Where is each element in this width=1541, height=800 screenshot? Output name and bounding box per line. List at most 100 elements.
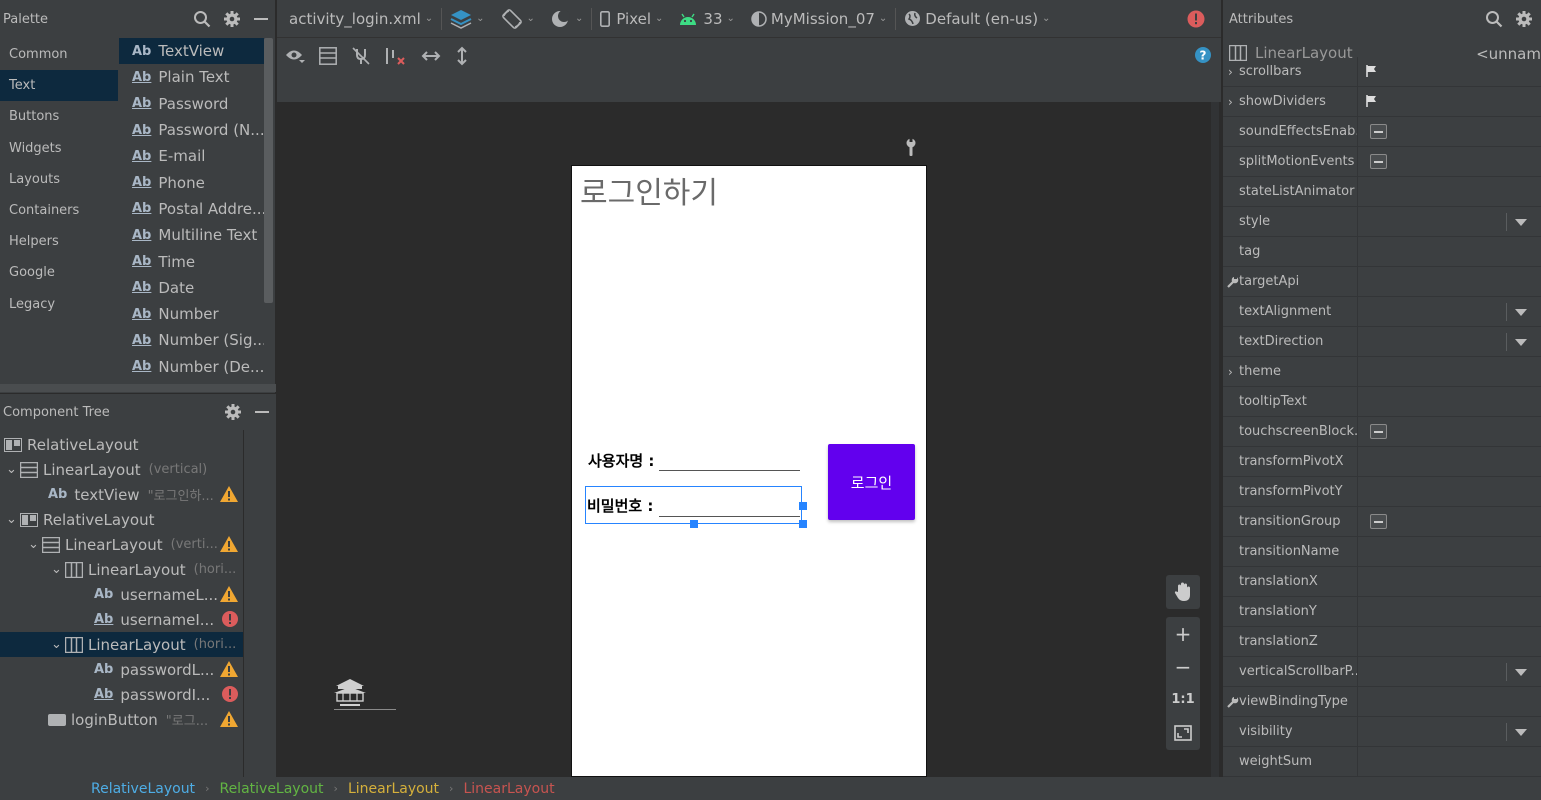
breadcrumb-item[interactable]: LinearLayout xyxy=(463,781,554,797)
zoom-actual-size-button[interactable]: 1:1 xyxy=(1166,683,1200,716)
tree-row[interactable]: Ab textView "로그인하... xyxy=(0,482,244,507)
widget-item[interactable]: Ab Password (N... xyxy=(119,117,264,143)
tree-row[interactable]: ⌄ LinearLayout (hori... xyxy=(0,632,244,657)
help-icon[interactable]: ? xyxy=(1195,47,1211,63)
attribute-row[interactable]: splitMotionEvents xyxy=(1223,147,1541,177)
tree-row[interactable]: ⌄ LinearLayout (hori... xyxy=(0,557,244,582)
attribute-row[interactable]: translationX xyxy=(1223,567,1541,597)
chevron-down-icon[interactable]: ⌄ xyxy=(28,537,42,552)
minimize-icon[interactable] xyxy=(254,404,270,420)
gear-icon[interactable] xyxy=(224,403,242,421)
password-label[interactable]: 비밀번호 : xyxy=(587,495,653,516)
attribute-row[interactable]: tag xyxy=(1223,237,1541,267)
autoconnect-off-icon[interactable] xyxy=(351,46,371,66)
tree-row[interactable]: ⌄ RelativeLayout xyxy=(0,507,244,532)
breadcrumb-item[interactable]: LinearLayout xyxy=(348,781,439,797)
widget-item[interactable]: Ab Time xyxy=(119,248,264,274)
attribute-value[interactable] xyxy=(1357,597,1541,626)
pan-button[interactable] xyxy=(1166,575,1200,609)
chevron-down-icon[interactable]: ⌄ xyxy=(51,562,65,577)
login-button[interactable]: 로그인 xyxy=(828,444,915,520)
attribute-row[interactable]: transitionName xyxy=(1223,537,1541,567)
issues-button[interactable] xyxy=(1179,0,1221,38)
category-text[interactable]: Text xyxy=(0,70,118,102)
wrench-icon[interactable] xyxy=(904,138,918,156)
attribute-row[interactable]: viewBindingType xyxy=(1223,687,1541,717)
widget-item[interactable]: Ab Postal Addre... xyxy=(119,196,264,222)
night-mode-button[interactable]: ⌄ xyxy=(543,0,591,38)
resize-handle-bottom[interactable] xyxy=(690,520,698,528)
password-input[interactable] xyxy=(659,516,800,517)
attribute-value[interactable] xyxy=(1357,567,1541,596)
username-input[interactable] xyxy=(659,470,800,471)
attribute-row[interactable]: verticalScrollbarP... xyxy=(1223,657,1541,687)
widget-item[interactable]: Ab Multiline Text xyxy=(119,222,264,248)
warning-icon[interactable] xyxy=(220,586,238,602)
category-legacy[interactable]: Legacy xyxy=(0,289,118,320)
dropdown-arrow-icon[interactable] xyxy=(1506,663,1534,681)
attribute-row[interactable]: visibility xyxy=(1223,717,1541,747)
error-icon[interactable] xyxy=(222,611,238,627)
zoom-in-button[interactable]: + xyxy=(1166,617,1200,650)
zoom-fit-button[interactable] xyxy=(1166,716,1200,749)
api-selector[interactable]: 33 ⌄ xyxy=(671,0,742,38)
widget-item[interactable]: Ab Plain Text xyxy=(119,64,264,90)
gear-icon[interactable] xyxy=(1515,10,1533,28)
dropdown-arrow-icon[interactable] xyxy=(1506,303,1534,321)
attribute-value[interactable] xyxy=(1357,207,1541,236)
attribute-value[interactable] xyxy=(1357,747,1541,776)
attribute-row[interactable]: › showDividers xyxy=(1223,87,1541,117)
chevron-down-icon[interactable]: ⌄ xyxy=(6,512,20,527)
locale-selector[interactable]: Default (en-us) ⌄ xyxy=(896,0,1058,38)
attribute-value[interactable] xyxy=(1357,387,1541,416)
attribute-row[interactable]: style xyxy=(1223,207,1541,237)
tree-row[interactable]: Ab usernameL... xyxy=(0,582,244,607)
chevron-right-icon[interactable]: › xyxy=(1228,95,1233,109)
error-icon[interactable] xyxy=(222,686,238,702)
eye-icon[interactable] xyxy=(285,48,305,64)
attribute-row[interactable]: weightSum xyxy=(1223,747,1541,777)
attribute-row[interactable]: targetApi xyxy=(1223,267,1541,297)
flag-icon[interactable] xyxy=(1366,95,1377,107)
attribute-value[interactable] xyxy=(1357,297,1541,326)
attribute-row[interactable]: textAlignment xyxy=(1223,297,1541,327)
tristate-checkbox[interactable] xyxy=(1370,424,1387,439)
clear-constraints-icon[interactable] xyxy=(385,46,407,66)
breadcrumb-item[interactable]: RelativeLayout xyxy=(219,781,323,797)
chevron-right-icon[interactable]: › xyxy=(1228,65,1233,79)
warning-icon[interactable] xyxy=(220,486,238,502)
tree-row[interactable]: ⌄ LinearLayout (vertical) xyxy=(0,457,244,482)
canvas-scrollbar[interactable] xyxy=(1211,102,1219,777)
attribute-value[interactable] xyxy=(1357,627,1541,656)
widget-item[interactable]: Ab Number (De... xyxy=(119,354,264,380)
attribute-value[interactable] xyxy=(1357,717,1541,746)
zoom-out-button[interactable]: − xyxy=(1166,650,1200,683)
minimize-icon[interactable] xyxy=(253,11,269,27)
attribute-row[interactable]: stateListAnimator xyxy=(1223,177,1541,207)
warning-icon[interactable] xyxy=(220,661,238,677)
category-containers[interactable]: Containers xyxy=(0,195,118,226)
tree-row[interactable]: RelativeLayout xyxy=(0,432,244,457)
username-label[interactable]: 사용자명 : xyxy=(588,450,654,471)
attribute-value[interactable] xyxy=(1357,237,1541,266)
attribute-value[interactable] xyxy=(1357,147,1541,176)
dropdown-arrow-icon[interactable] xyxy=(1506,333,1534,351)
tree-row[interactable]: loginButton "로그... xyxy=(0,707,244,732)
attribute-row[interactable]: touchscreenBlock... xyxy=(1223,417,1541,447)
category-google[interactable]: Google xyxy=(0,257,118,288)
dropdown-arrow-icon[interactable] xyxy=(1506,213,1534,231)
tree-row[interactable]: Ab passwordL... xyxy=(0,657,244,682)
attribute-row[interactable]: textDirection xyxy=(1223,327,1541,357)
expand-vertical-icon[interactable] xyxy=(455,46,469,66)
attribute-value[interactable] xyxy=(1357,477,1541,506)
attribute-value[interactable] xyxy=(1357,87,1541,116)
attribute-value[interactable] xyxy=(1357,537,1541,566)
warning-icon[interactable] xyxy=(220,536,238,552)
category-buttons[interactable]: Buttons xyxy=(0,101,118,132)
expand-horizontal-icon[interactable] xyxy=(421,49,441,63)
file-selector[interactable]: activity_login.xml ⌄ xyxy=(277,0,441,38)
category-common[interactable]: Common xyxy=(0,39,118,70)
attribute-row[interactable]: › theme xyxy=(1223,357,1541,387)
attribute-row[interactable]: translationY xyxy=(1223,597,1541,627)
tristate-checkbox[interactable] xyxy=(1370,514,1387,529)
